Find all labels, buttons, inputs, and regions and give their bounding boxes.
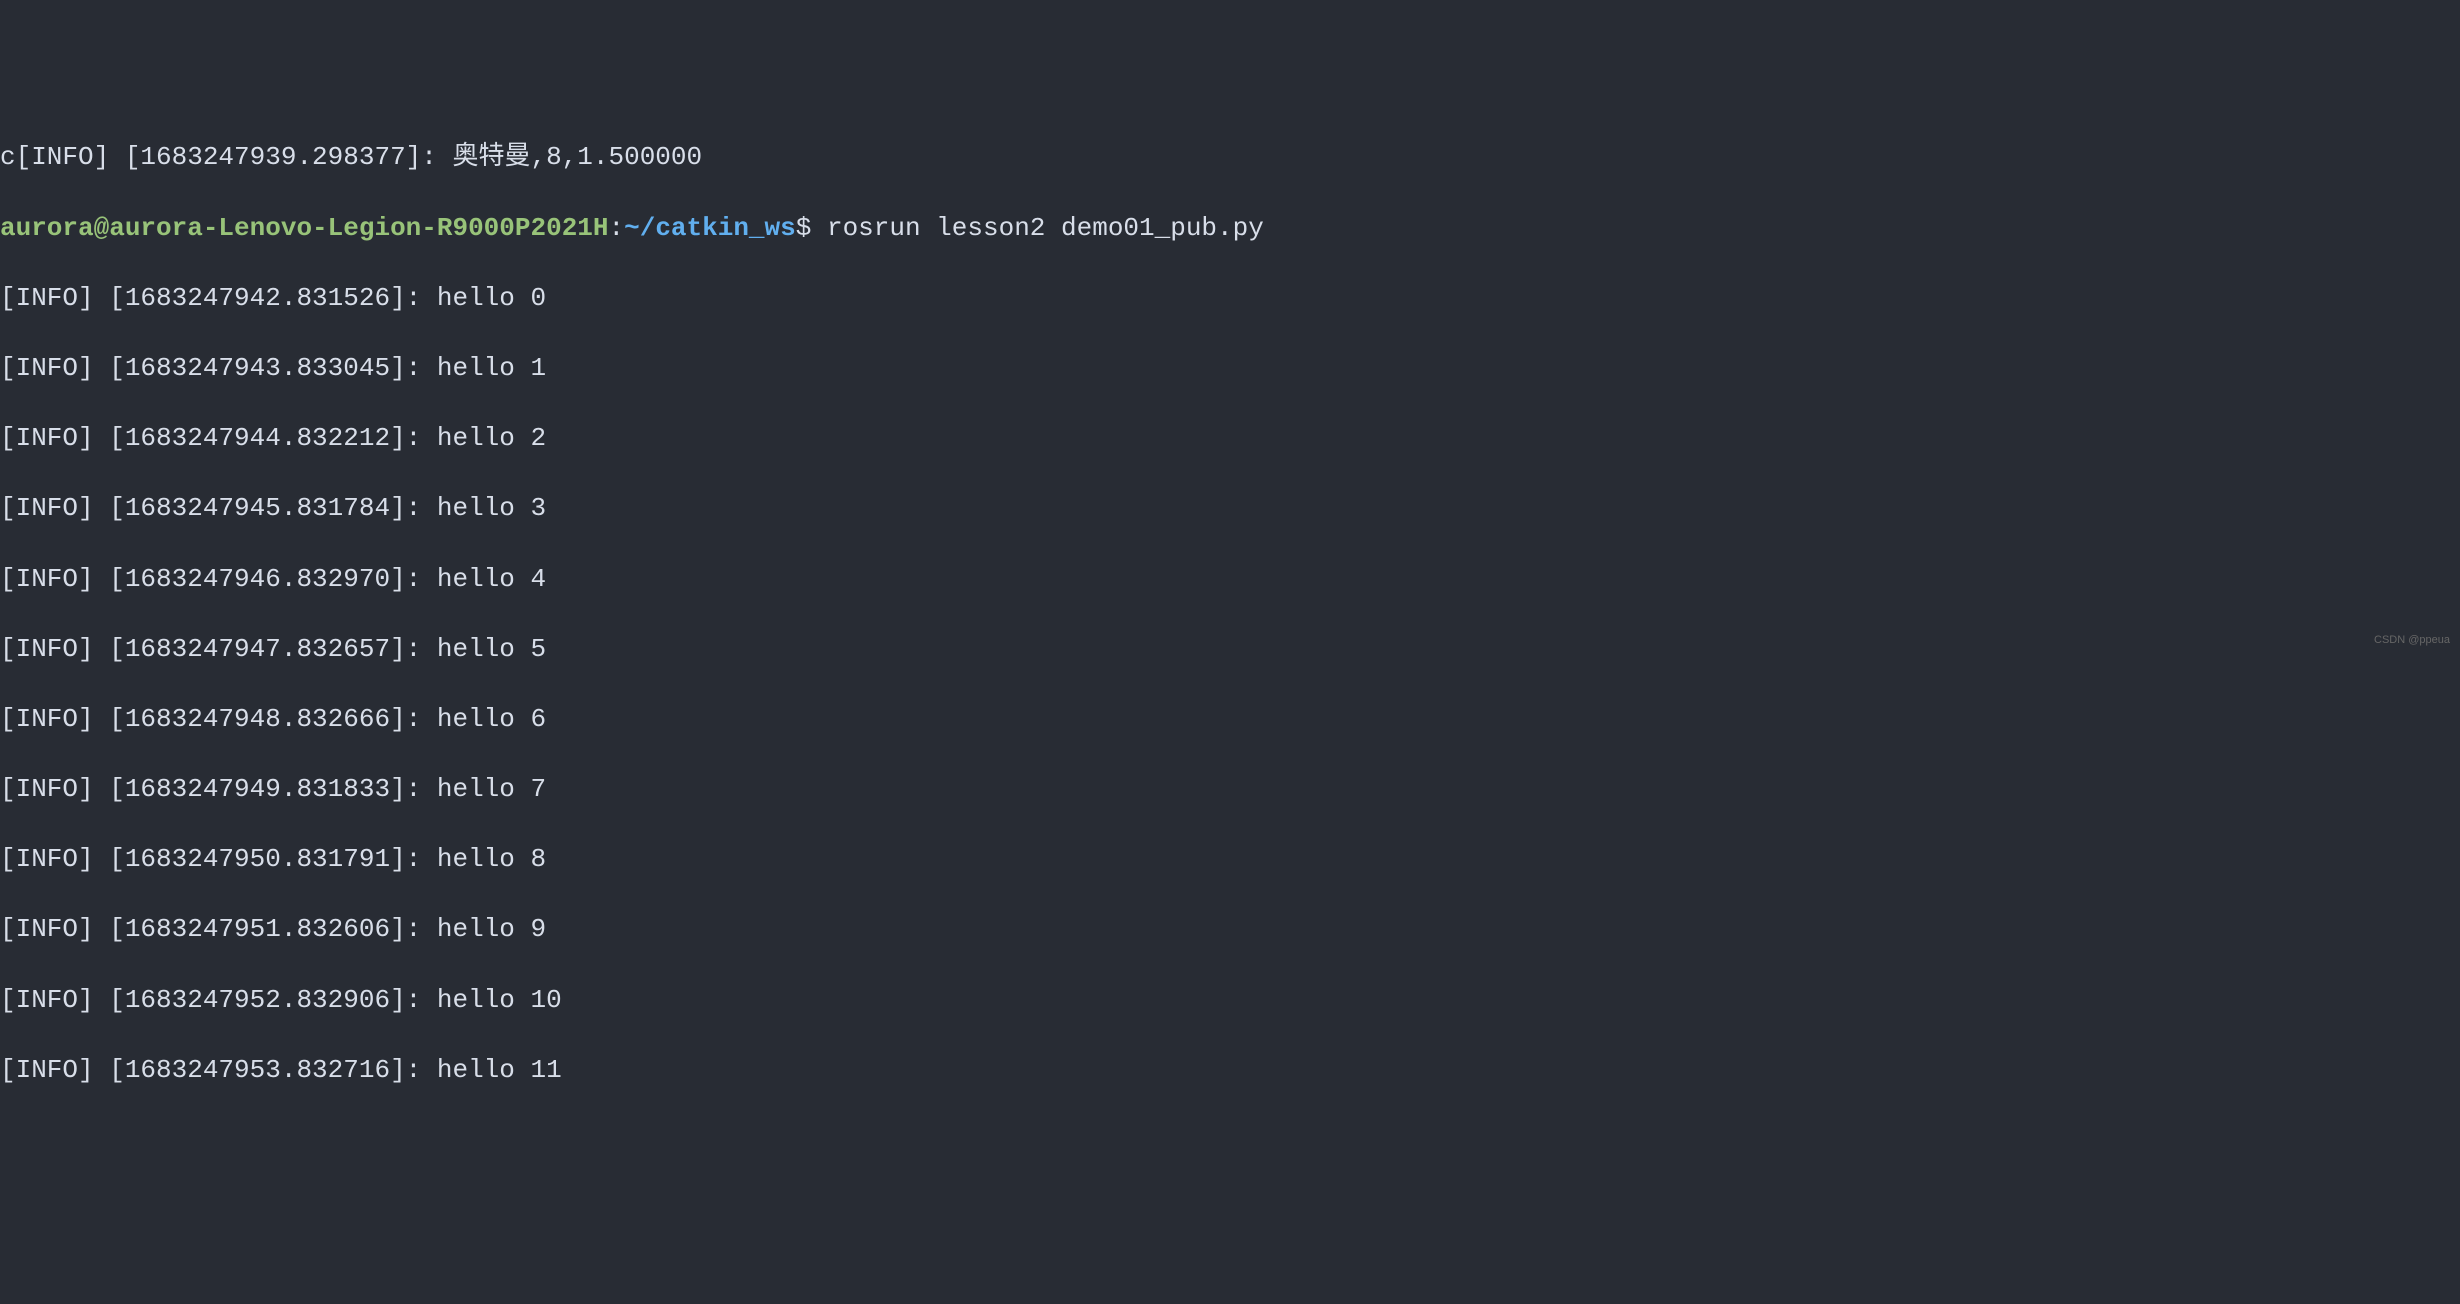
prompt-line: aurora@aurora-Lenovo-Legion-R9000P2021H:…	[0, 211, 2460, 246]
terminal-output[interactable]: c[INFO] [1683247939.298377]: 奥特曼,8,1.500…	[0, 140, 2460, 1088]
log-line: [INFO] [1683247949.831833]: hello 7	[0, 772, 2460, 807]
log-line: [INFO] [1683247942.831526]: hello 0	[0, 281, 2460, 316]
log-line: [INFO] [1683247953.832716]: hello 11	[0, 1053, 2460, 1088]
log-line: [INFO] [1683247943.833045]: hello 1	[0, 351, 2460, 386]
command-input: rosrun lesson2 demo01_pub.py	[827, 213, 1264, 243]
log-line: [INFO] [1683247948.832666]: hello 6	[0, 702, 2460, 737]
log-line: [INFO] [1683247950.831791]: hello 8	[0, 842, 2460, 877]
log-line: [INFO] [1683247952.832906]: hello 10	[0, 983, 2460, 1018]
partial-previous-line: c[INFO] [1683247939.298377]: 奥特曼,8,1.500…	[0, 140, 2460, 175]
log-line: [INFO] [1683247945.831784]: hello 3	[0, 491, 2460, 526]
log-line: [INFO] [1683247947.832657]: hello 5	[0, 632, 2460, 667]
log-line: [INFO] [1683247946.832970]: hello 4	[0, 562, 2460, 597]
prompt-colon: :	[609, 213, 625, 243]
user-host: aurora@aurora-Lenovo-Legion-R9000P2021H	[0, 213, 609, 243]
watermark: CSDN @ppeua	[2374, 633, 2450, 648]
log-line: [INFO] [1683247944.832212]: hello 2	[0, 421, 2460, 456]
log-line: [INFO] [1683247951.832606]: hello 9	[0, 912, 2460, 947]
prompt-dollar: $	[796, 213, 827, 243]
working-directory: ~/catkin_ws	[624, 213, 796, 243]
